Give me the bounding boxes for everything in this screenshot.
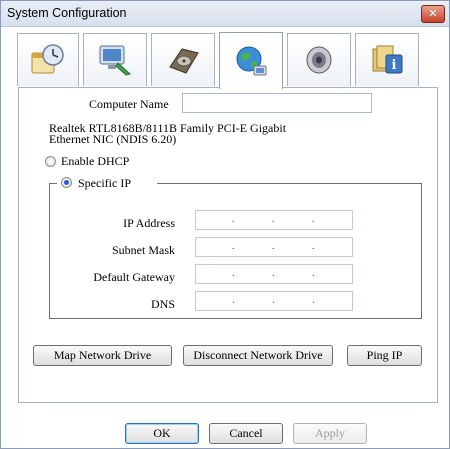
info-icon: i [372,45,403,74]
cancel-button[interactable]: Cancel [209,423,283,444]
speaker-icon [306,46,332,74]
apply-button[interactable]: Apply [293,423,367,444]
close-icon: ✕ [428,7,438,20]
network-adapter-description: Realtek RTL8168B/8111B Family PCI-E Giga… [49,122,286,146]
default-gateway-label: Default Gateway [93,270,175,284]
close-button[interactable]: ✕ [421,5,445,23]
enable-dhcp-radio[interactable] [45,156,56,167]
default-gateway-field[interactable]: . . . [195,264,353,284]
clock-calendar-icon [31,44,64,74]
tab-strip: i [17,32,437,89]
computer-network-icon [99,45,132,76]
ip-address-field[interactable]: . . . [195,210,353,230]
dns-label: DNS [150,297,175,311]
map-network-drive-button[interactable]: Map Network Drive [33,345,172,366]
adapter-line-2: Ethernet NIC (NDIS 6.20) [49,132,177,146]
tab-network[interactable] [219,32,283,89]
specific-ip-legend: Specific IP [57,176,157,191]
tab-computer[interactable] [83,33,147,86]
computer-name-label: Computer Name [89,97,169,111]
specific-ip-label[interactable]: Specific IP [78,176,131,190]
window-title: System Configuration [7,6,127,20]
tab-date-time[interactable] [17,33,79,86]
ping-ip-button[interactable]: Ping IP [347,345,422,366]
title-bar[interactable]: System Configuration ✕ [1,1,449,27]
tab-sound[interactable] [287,33,351,86]
network-settings-panel: Computer Name Realtek RTL8168B/8111B Fam… [18,87,438,403]
subnet-mask-label: Subnet Mask [112,243,175,257]
tab-information[interactable]: i [355,33,419,86]
computer-name-input[interactable] [182,93,372,113]
subnet-mask-field[interactable]: . . . [195,237,353,257]
dns-field[interactable]: . . . [195,291,353,311]
ip-address-label: IP Address [123,216,175,230]
enable-dhcp-label[interactable]: Enable DHCP [61,154,129,169]
disconnect-network-drive-button[interactable]: Disconnect Network Drive [183,345,333,366]
tab-storage[interactable] [151,33,215,86]
hard-disk-icon [169,48,199,74]
ok-button[interactable]: OK [125,423,199,444]
specific-ip-radio[interactable] [61,177,72,188]
svg-text:i: i [392,58,397,73]
system-configuration-window: System Configuration ✕ i Computer Name R… [0,0,450,449]
globe-network-icon [236,46,267,76]
